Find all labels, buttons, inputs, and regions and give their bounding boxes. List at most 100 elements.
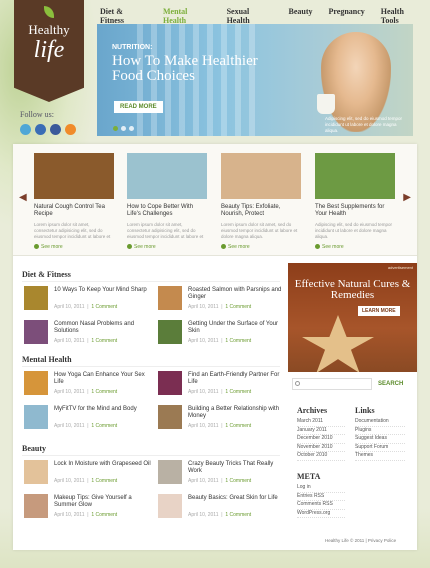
post-date: April 10, 2011 bbox=[54, 389, 85, 395]
carousel-item[interactable]: Natural Cough Control Tea Recipe Lorem i… bbox=[34, 153, 114, 250]
carousel-item[interactable]: Beauty Tips: Exfoliate, Nourish, Protect… bbox=[221, 153, 301, 250]
post-comments-link[interactable]: 1 Comment bbox=[225, 423, 251, 429]
post-thumbnail[interactable] bbox=[24, 371, 48, 395]
meta-link[interactable]: Log in bbox=[297, 484, 345, 493]
post-thumbnail[interactable] bbox=[24, 405, 48, 429]
carousel-image[interactable] bbox=[221, 153, 301, 199]
carousel-item[interactable]: How to Cope Better With Life's Challenge… bbox=[127, 153, 207, 250]
see-more-link[interactable]: See more bbox=[34, 244, 114, 250]
post-thumbnail[interactable] bbox=[24, 286, 48, 310]
post-item[interactable]: Beauty Basics: Great Skin for Life April … bbox=[158, 494, 286, 520]
search-input[interactable] bbox=[292, 378, 372, 390]
post-title[interactable]: Makeup Tips: Give Yourself a Summer Glow bbox=[54, 495, 152, 509]
see-more-link[interactable]: See more bbox=[315, 244, 395, 250]
post-comments-link[interactable]: 1 Comment bbox=[91, 389, 117, 395]
post-item[interactable]: Find an Earth-Friendly Partner For Life A… bbox=[158, 371, 286, 397]
archive-link[interactable]: November 2010 bbox=[297, 444, 345, 453]
advertisement-banner[interactable]: advertisement Effective Natural Cures & … bbox=[288, 263, 417, 372]
post-item[interactable]: Makeup Tips: Give Yourself a Summer Glow… bbox=[24, 494, 152, 520]
post-item[interactable]: Lock In Moisture with Grapeseed Oil April… bbox=[24, 460, 152, 486]
archive-link[interactable]: January 2011 bbox=[297, 427, 345, 436]
link-item[interactable]: Suggest Ideas bbox=[355, 435, 405, 444]
post-thumbnail[interactable] bbox=[24, 320, 48, 344]
post-item[interactable]: Roasted Salmon with Parsnips and Ginger A… bbox=[158, 286, 286, 312]
see-more-link[interactable]: See more bbox=[221, 244, 301, 250]
archive-link[interactable]: October 2010 bbox=[297, 452, 345, 461]
archive-link[interactable]: March 2011 bbox=[297, 418, 345, 427]
post-item[interactable]: Common Nasal Problems and Solutions April… bbox=[24, 320, 152, 346]
carousel-image[interactable] bbox=[127, 153, 207, 199]
post-title[interactable]: Getting Under the Surface of Your Skin bbox=[188, 321, 286, 335]
post-thumbnail[interactable] bbox=[158, 286, 182, 310]
see-more-link[interactable]: See more bbox=[127, 244, 207, 250]
learn-more-button[interactable]: LEARN MORE bbox=[358, 306, 400, 316]
next-arrow-icon[interactable]: ▶ bbox=[403, 192, 411, 203]
post-comments-link[interactable]: 1 Comment bbox=[91, 478, 117, 484]
post-title[interactable]: 10 Ways To Keep Your Mind Sharp bbox=[54, 287, 152, 294]
carousel-title[interactable]: How to Cope Better With Life's Challenge… bbox=[127, 204, 207, 219]
post-title[interactable]: Find an Earth-Friendly Partner For Life bbox=[188, 372, 286, 386]
delicious-icon[interactable] bbox=[35, 124, 46, 135]
post-thumbnail[interactable] bbox=[24, 494, 48, 518]
post-comments-link[interactable]: 1 Comment bbox=[225, 478, 251, 484]
post-title[interactable]: Common Nasal Problems and Solutions bbox=[54, 321, 152, 335]
slider-dot[interactable] bbox=[113, 126, 118, 131]
link-item[interactable]: Support Forum bbox=[355, 444, 405, 453]
post-comments-link[interactable]: 1 Comment bbox=[225, 389, 251, 395]
carousel-image[interactable] bbox=[315, 153, 395, 199]
post-item[interactable]: Getting Under the Surface of Your Skin Ap… bbox=[158, 320, 286, 346]
post-comments-link[interactable]: 1 Comment bbox=[225, 338, 251, 344]
post-item[interactable]: Crazy Beauty Tricks That Really Work Apri… bbox=[158, 460, 286, 486]
facebook-icon[interactable] bbox=[50, 124, 61, 135]
carousel-title[interactable]: Beauty Tips: Exfoliate, Nourish, Protect bbox=[221, 204, 301, 219]
read-more-button[interactable]: READ MORE bbox=[114, 101, 163, 113]
post-comments-link[interactable]: 1 Comment bbox=[91, 304, 117, 310]
post-comments-link[interactable]: 1 Comment bbox=[225, 512, 251, 518]
post-thumbnail[interactable] bbox=[24, 460, 48, 484]
archives-list: March 2011 January 2011 December 2010 No… bbox=[297, 418, 345, 461]
carousel-title[interactable]: The Best Supplements for Your Health bbox=[315, 204, 395, 219]
post-comments-link[interactable]: 1 Comment bbox=[91, 512, 117, 518]
section-title: Diet & Fitness bbox=[22, 270, 71, 279]
post-comments-link[interactable]: 1 Comment bbox=[91, 338, 117, 344]
post-meta: April 10, 2011 | 1 Comment bbox=[188, 478, 252, 484]
site-logo[interactable]: Healthy life bbox=[14, 0, 84, 102]
carousel-title[interactable]: Natural Cough Control Tea Recipe bbox=[34, 204, 114, 219]
post-title[interactable]: Crazy Beauty Tricks That Really Work bbox=[188, 461, 286, 475]
link-item[interactable]: Themes bbox=[355, 452, 405, 461]
post-item[interactable]: Building a Better Relationship with Mone… bbox=[158, 405, 286, 431]
prev-arrow-icon[interactable]: ◀ bbox=[19, 192, 27, 203]
meta-link[interactable]: Entries RSS bbox=[297, 493, 345, 502]
post-title[interactable]: Lock In Moisture with Grapeseed Oil bbox=[54, 461, 152, 468]
carousel-image[interactable] bbox=[34, 153, 114, 199]
hero-title[interactable]: How To Make Healthier Food Choices bbox=[112, 54, 292, 84]
post-item[interactable]: 10 Ways To Keep Your Mind Sharp April 10,… bbox=[24, 286, 152, 312]
meta-link[interactable]: Comments RSS bbox=[297, 501, 345, 510]
rss-icon[interactable] bbox=[65, 124, 76, 135]
twitter-icon[interactable] bbox=[20, 124, 31, 135]
post-thumbnail[interactable] bbox=[158, 405, 182, 429]
search-button[interactable]: SEARCH bbox=[378, 381, 403, 387]
post-comments-link[interactable]: 1 Comment bbox=[225, 304, 251, 310]
post-item[interactable]: How Yoga Can Enhance Your Sex Life April … bbox=[24, 371, 152, 397]
post-title[interactable]: Roasted Salmon with Parsnips and Ginger bbox=[188, 287, 286, 301]
post-item[interactable]: MyFitTV for the Mind and Body April 10, 2… bbox=[24, 405, 152, 431]
post-title[interactable]: Building a Better Relationship with Mone… bbox=[188, 406, 286, 420]
post-comments-link[interactable]: 1 Comment bbox=[91, 423, 117, 429]
link-item[interactable]: Plugins bbox=[355, 427, 405, 436]
post-title[interactable]: How Yoga Can Enhance Your Sex Life bbox=[54, 372, 152, 386]
hero-slider[interactable]: NUTRITION: How To Make Healthier Food Ch… bbox=[97, 24, 413, 136]
post-thumbnail[interactable] bbox=[158, 460, 182, 484]
post-thumbnail[interactable] bbox=[158, 494, 182, 518]
meta-link[interactable]: WordPress.org bbox=[297, 510, 345, 519]
link-item[interactable]: Documentation bbox=[355, 418, 405, 427]
carousel-item[interactable]: The Best Supplements for Your Health Adi… bbox=[315, 153, 395, 250]
post-title[interactable]: MyFitTV for the Mind and Body bbox=[54, 406, 152, 413]
post-title[interactable]: Beauty Basics: Great Skin for Life bbox=[188, 495, 286, 502]
slider-dot[interactable] bbox=[129, 126, 134, 131]
archive-link[interactable]: December 2010 bbox=[297, 435, 345, 444]
post-thumbnail[interactable] bbox=[158, 371, 182, 395]
slider-dot[interactable] bbox=[121, 126, 126, 131]
post-thumbnail[interactable] bbox=[158, 320, 182, 344]
ad-headline: Effective Natural Cures & Remedies bbox=[294, 278, 411, 301]
